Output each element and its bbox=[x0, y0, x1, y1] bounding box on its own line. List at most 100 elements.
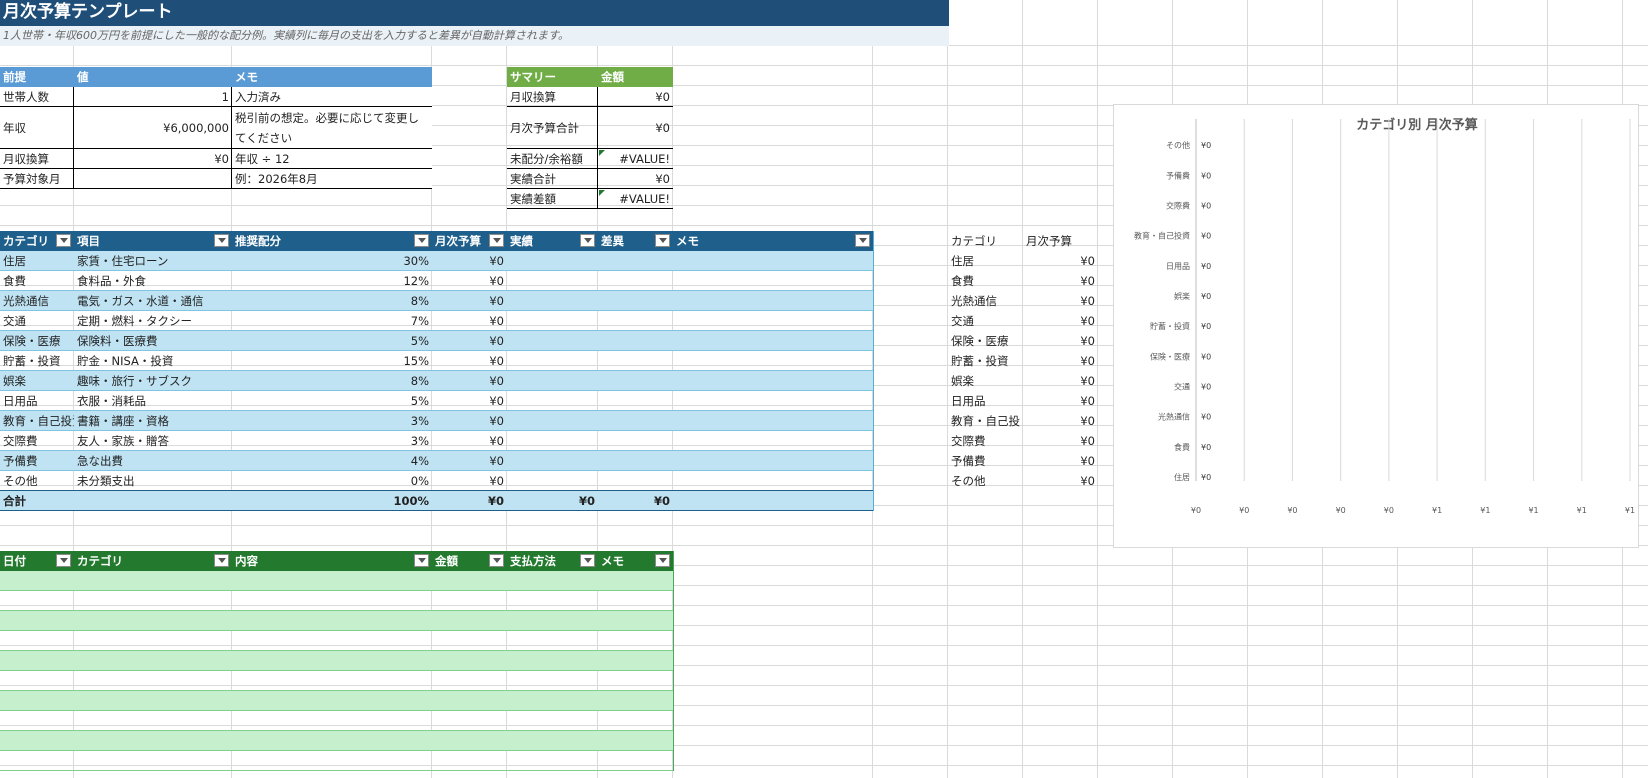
side-category[interactable]: その他 bbox=[948, 471, 1023, 491]
summary-value[interactable]: ¥0 bbox=[598, 169, 673, 189]
budget-percent[interactable]: 8% bbox=[232, 371, 432, 391]
budget-memo[interactable] bbox=[673, 371, 873, 391]
side-category[interactable]: 住居 bbox=[948, 251, 1023, 271]
budget-monthly[interactable]: ¥0 bbox=[432, 351, 507, 371]
budget-memo[interactable] bbox=[673, 271, 873, 291]
side-value[interactable]: ¥0 bbox=[1023, 451, 1098, 471]
budget-percent[interactable]: 3% bbox=[232, 411, 432, 431]
budget-diff[interactable] bbox=[598, 431, 673, 451]
budget-category[interactable]: 住居 bbox=[0, 251, 74, 271]
budget-item[interactable]: 定期・燃料・タクシー bbox=[74, 311, 232, 331]
side-value[interactable]: ¥0 bbox=[1023, 371, 1098, 391]
budget-memo[interactable] bbox=[673, 351, 873, 371]
side-category[interactable]: 保険・医療 bbox=[948, 331, 1023, 351]
summary-value[interactable]: #VALUE! bbox=[598, 149, 673, 169]
filter-dropdown-icon[interactable] bbox=[489, 234, 504, 247]
side-value[interactable]: ¥0 bbox=[1023, 391, 1098, 411]
budget-category[interactable]: 光熱通信 bbox=[0, 291, 74, 311]
budget-actual[interactable] bbox=[507, 311, 598, 331]
budget-category[interactable]: 予備費 bbox=[0, 451, 74, 471]
side-category[interactable]: 交通 bbox=[948, 311, 1023, 331]
budget-actual[interactable] bbox=[507, 331, 598, 351]
budget-item[interactable]: 家賃・住宅ローン bbox=[74, 251, 232, 271]
budget-category[interactable]: 教育・自己投資 bbox=[0, 411, 74, 431]
budget-diff[interactable] bbox=[598, 391, 673, 411]
side-category[interactable]: 光熱通信 bbox=[948, 291, 1023, 311]
budget-category[interactable]: 食費 bbox=[0, 271, 74, 291]
assumption-memo[interactable]: 入力済み bbox=[232, 87, 432, 107]
log-header-2[interactable]: 内容 bbox=[232, 551, 432, 571]
side-value[interactable]: ¥0 bbox=[1023, 251, 1098, 271]
budget-item[interactable]: 趣味・旅行・サブスク bbox=[74, 371, 232, 391]
budget-actual[interactable] bbox=[507, 291, 598, 311]
budget-percent[interactable]: 0% bbox=[232, 471, 432, 491]
budget-monthly[interactable]: ¥0 bbox=[432, 331, 507, 351]
side-category[interactable]: 交際費 bbox=[948, 431, 1023, 451]
budget-percent[interactable]: 5% bbox=[232, 391, 432, 411]
budget-monthly[interactable]: ¥0 bbox=[432, 271, 507, 291]
budget-diff[interactable] bbox=[598, 331, 673, 351]
budget-category[interactable]: 交際費 bbox=[0, 431, 74, 451]
filter-dropdown-icon[interactable] bbox=[214, 554, 229, 567]
side-category[interactable]: 貯蓄・投資 bbox=[948, 351, 1023, 371]
budget-category[interactable]: 貯蓄・投資 bbox=[0, 351, 74, 371]
budget-item[interactable]: 衣服・消耗品 bbox=[74, 391, 232, 411]
budget-actual[interactable] bbox=[507, 351, 598, 371]
filter-dropdown-icon[interactable] bbox=[855, 234, 870, 247]
budget-memo[interactable] bbox=[673, 451, 873, 471]
budget-item[interactable]: 未分類支出 bbox=[74, 471, 232, 491]
assumption-value[interactable]: ¥6,000,000 bbox=[74, 118, 232, 138]
budget-percent[interactable]: 3% bbox=[232, 431, 432, 451]
budget-diff[interactable] bbox=[598, 371, 673, 391]
budget-percent[interactable]: 8% bbox=[232, 291, 432, 311]
budget-actual[interactable] bbox=[507, 471, 598, 491]
side-value[interactable]: ¥0 bbox=[1023, 331, 1098, 351]
assumption-memo[interactable]: 例：2026年8月 bbox=[232, 169, 432, 189]
budget-diff[interactable] bbox=[598, 411, 673, 431]
budget-actual[interactable] bbox=[507, 451, 598, 471]
budget-monthly[interactable]: ¥0 bbox=[432, 311, 507, 331]
budget-memo[interactable] bbox=[673, 471, 873, 491]
budget-item[interactable]: 食料品・外食 bbox=[74, 271, 232, 291]
filter-dropdown-icon[interactable] bbox=[655, 234, 670, 247]
category-budget-chart[interactable]: カテゴリ別 月次予算 ¥0 ¥0 ¥0 ¥0 ¥0 ¥1 ¥1 ¥1 ¥1 ¥1 その他 ¥0 予備費 ¥0… bbox=[1113, 104, 1639, 548]
budget-category[interactable]: 保険・医療 bbox=[0, 331, 74, 351]
budget-item[interactable]: 急な出費 bbox=[74, 451, 232, 471]
assumption-value[interactable]: ¥0 bbox=[74, 149, 232, 169]
budget-percent[interactable]: 7% bbox=[232, 311, 432, 331]
budget-monthly[interactable]: ¥0 bbox=[432, 431, 507, 451]
filter-dropdown-icon[interactable] bbox=[414, 554, 429, 567]
assumption-value[interactable] bbox=[74, 169, 232, 189]
budget-monthly[interactable]: ¥0 bbox=[432, 471, 507, 491]
summary-value[interactable]: ¥0 bbox=[598, 87, 673, 107]
budget-item[interactable]: 電気・ガス・水道・通信 bbox=[74, 291, 232, 311]
summary-value[interactable]: ¥0 bbox=[598, 118, 673, 138]
filter-dropdown-icon[interactable] bbox=[580, 554, 595, 567]
assumption-value[interactable]: 1 bbox=[74, 87, 232, 107]
budget-diff[interactable] bbox=[598, 291, 673, 311]
budget-memo[interactable] bbox=[673, 411, 873, 431]
budget-item[interactable]: 友人・家族・贈答 bbox=[74, 431, 232, 451]
budget-percent[interactable]: 30% bbox=[232, 251, 432, 271]
log-header-1[interactable]: カテゴリ bbox=[74, 551, 232, 571]
side-category[interactable]: 教育・自己投 bbox=[948, 411, 1023, 431]
budget-monthly[interactable]: ¥0 bbox=[432, 391, 507, 411]
sheet-title[interactable]: 月次予算テンプレート bbox=[3, 0, 173, 25]
budget-diff[interactable] bbox=[598, 471, 673, 491]
filter-dropdown-icon[interactable] bbox=[580, 234, 595, 247]
budget-diff[interactable] bbox=[598, 311, 673, 331]
budget-monthly[interactable]: ¥0 bbox=[432, 451, 507, 471]
budget-percent[interactable]: 15% bbox=[232, 351, 432, 371]
error-indicator-icon[interactable] bbox=[599, 190, 605, 196]
budget-percent[interactable]: 5% bbox=[232, 331, 432, 351]
filter-dropdown-icon[interactable] bbox=[489, 554, 504, 567]
budget-diff[interactable] bbox=[598, 251, 673, 271]
budget-memo[interactable] bbox=[673, 251, 873, 271]
side-category[interactable]: 食費 bbox=[948, 271, 1023, 291]
assumption-memo[interactable]: 税引前の想定。必要に応じて変更し bbox=[232, 108, 432, 128]
sheet-subtitle[interactable]: 1人世帯・年収600万円を前提にした一般的な配分例。実績列に毎月の支出を入力する… bbox=[3, 26, 569, 46]
side-value[interactable]: ¥0 bbox=[1023, 291, 1098, 311]
side-value[interactable]: ¥0 bbox=[1023, 431, 1098, 451]
summary-value[interactable]: #VALUE! bbox=[598, 189, 673, 209]
budget-memo[interactable] bbox=[673, 291, 873, 311]
